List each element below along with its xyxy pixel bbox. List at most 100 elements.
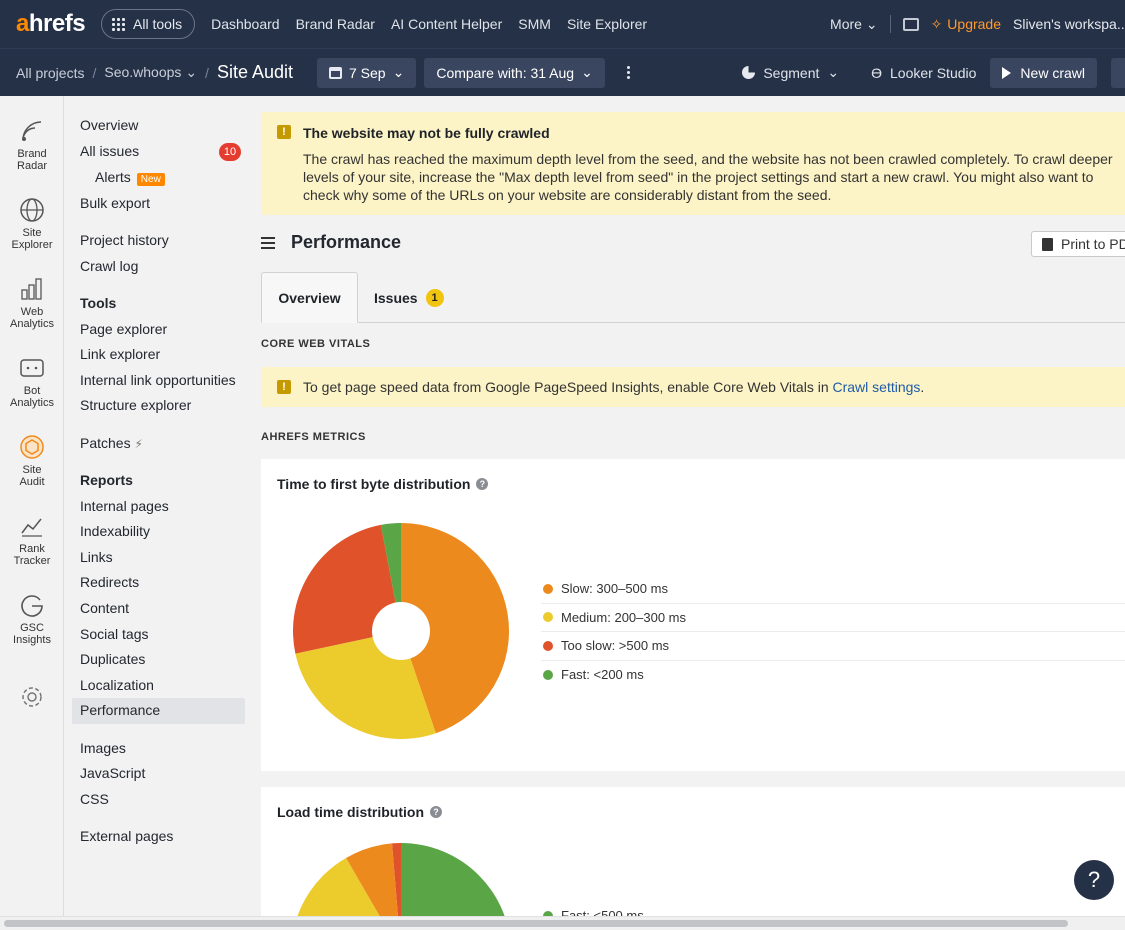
legend-row[interactable]: Fast: <200 ms2	[541, 661, 1125, 690]
workspace-menu[interactable]: Sliven's workspa...	[1013, 16, 1125, 32]
nav-dashboard[interactable]: Dashboard	[211, 16, 280, 32]
warning-body: The crawl has reached the maximum depth …	[303, 151, 1113, 203]
main-content: ! The website may not be fully crawled T…	[248, 96, 1125, 916]
print-to-pdf-button[interactable]: Print to PDF	[1031, 231, 1125, 257]
menu-social-tags[interactable]: Social tags	[80, 626, 148, 642]
legend-label: Fast: <500 ms	[561, 908, 644, 916]
menu-link-explorer[interactable]: Link explorer	[80, 346, 160, 362]
menu-bulk-export[interactable]: Bulk export	[80, 195, 150, 211]
nav-ai-content-helper[interactable]: AI Content Helper	[391, 16, 502, 32]
menu-patches[interactable]: Patches ⚡︎	[80, 435, 143, 451]
legend-label: Slow: 300–500 ms	[561, 581, 668, 597]
crumb-all-projects[interactable]: All projects	[16, 65, 84, 81]
menu-duplicates[interactable]: Duplicates	[80, 651, 145, 667]
help-button[interactable]: ?	[1074, 860, 1114, 900]
new-tag: New	[136, 173, 165, 186]
rail-site-explorer[interactable]: Site Explorer	[0, 197, 64, 251]
looker-icon: ϴ	[871, 64, 883, 81]
top-navigation: ahrefs All tools Dashboard Brand Radar A…	[0, 0, 1125, 48]
scrollbar-thumb[interactable]	[4, 920, 1068, 927]
tab-issues[interactable]: Issues 1	[374, 272, 444, 323]
monitor-icon[interactable]	[902, 17, 919, 31]
issues-count-badge: 10	[219, 143, 241, 161]
compare-picker[interactable]: Compare with: 31 Aug ⌄	[424, 57, 605, 88]
upgrade-button[interactable]: ✧ Upgrade	[931, 16, 1001, 33]
legend-row[interactable]: Too slow: >500 ms17	[541, 632, 1125, 661]
legend-label: Fast: <200 ms	[561, 667, 644, 683]
menu-javascript[interactable]: JavaScript	[80, 765, 145, 781]
menu-links[interactable]: Links	[80, 549, 113, 565]
legend-label: Too slow: >500 ms	[561, 638, 670, 654]
new-crawl-button[interactable]: New crawl	[990, 57, 1097, 88]
nav-site-explorer[interactable]: Site Explorer	[567, 16, 647, 32]
more-menu[interactable]: More ⌄	[830, 16, 878, 33]
menu-project-history[interactable]: Project history	[80, 232, 169, 248]
menu-external-pages[interactable]: External pages	[80, 828, 173, 844]
ttfb-title: Time to first byte distribution	[277, 476, 471, 492]
page-title: Performance	[291, 232, 402, 252]
rank-tracker-icon	[21, 518, 42, 537]
menu-toggle-icon[interactable]	[261, 236, 275, 249]
tabs: Overview Issues 1	[261, 272, 1125, 323]
help-icon[interactable]: ?	[430, 806, 442, 818]
web-analytics-icon	[21, 278, 42, 300]
help-icon[interactable]: ?	[476, 478, 489, 490]
site-audit-menu: Overview All issues 10 Alerts New Bulk ex…	[64, 96, 248, 916]
looker-studio-button[interactable]: ϴ Looker Studio	[871, 65, 976, 81]
rail-site-audit[interactable]: Site Audit	[0, 434, 64, 488]
crawl-warning-banner: ! The website may not be fully crawled T…	[261, 112, 1125, 215]
menu-images[interactable]: Images	[80, 740, 126, 756]
lightning-icon: ⚡︎	[134, 437, 143, 451]
menu-overview[interactable]: Overview	[80, 117, 138, 133]
rail-bot-analytics[interactable]: Bot Analytics	[0, 355, 64, 409]
rail-rank-tracker[interactable]: Rank Tracker	[0, 513, 64, 567]
nav-brand-radar[interactable]: Brand Radar	[296, 16, 375, 32]
play-icon	[1002, 66, 1012, 79]
crumb-site-audit: Site Audit	[216, 62, 293, 82]
legend-row[interactable]: Fast: <500 ms	[541, 908, 644, 916]
menu-content[interactable]: Content	[80, 600, 129, 616]
chevron-down-icon: ⌄	[185, 64, 198, 80]
nav-smm[interactable]: SMM	[518, 16, 551, 32]
crawl-settings-link[interactable]: Crawl settings	[833, 379, 921, 395]
ahrefs-logo[interactable]: ahrefs	[16, 10, 86, 38]
menu-structure-explorer[interactable]: Structure explorer	[80, 397, 191, 413]
tab-overview[interactable]: Overview	[261, 272, 358, 323]
rail-settings[interactable]	[0, 684, 64, 714]
rail-brand-radar[interactable]: Brand Radar	[0, 118, 64, 172]
menu-redirects[interactable]: Redirects	[80, 574, 139, 590]
menu-performance[interactable]: Performance	[80, 702, 160, 718]
menu-crawl-log[interactable]: Crawl log	[80, 258, 138, 274]
chevron-down-icon: ⌄	[865, 15, 878, 32]
legend-row[interactable]: Slow: 300–500 ms30	[541, 575, 1125, 604]
core-web-vitals-label: CORE WEB VITALS	[261, 338, 371, 350]
ttfb-legend: Slow: 300–500 ms30 Medium: 200–300 ms18 …	[541, 575, 1125, 689]
menu-indexability[interactable]: Indexability	[80, 523, 150, 539]
legend-row[interactable]: Medium: 200–300 ms18	[541, 604, 1125, 632]
all-tools-button[interactable]: All tools	[101, 9, 196, 39]
menu-page-explorer[interactable]: Page explorer	[80, 321, 167, 337]
overflow-button[interactable]	[1111, 57, 1125, 88]
horizontal-scrollbar[interactable]	[0, 916, 1125, 930]
legend-label: Medium: 200–300 ms	[561, 609, 687, 625]
segment-dropdown[interactable]: Segment ⌄	[742, 64, 839, 81]
chevron-down-icon: ⌄	[392, 64, 405, 80]
brand-radar-icon	[22, 121, 42, 141]
date-picker[interactable]: 7 Sep ⌄	[317, 57, 417, 88]
menu-localization[interactable]: Localization	[80, 677, 154, 693]
crumb-project[interactable]: Seo.whoops ⌄	[104, 64, 197, 81]
menu-internal-pages[interactable]: Internal pages	[80, 498, 169, 514]
chevron-down-icon: ⌄	[827, 64, 840, 80]
menu-alerts[interactable]: Alerts New	[95, 169, 165, 186]
sparkle-icon: ✧	[930, 15, 943, 32]
rail-web-analytics[interactable]: Web Analytics	[0, 276, 64, 330]
menu-css[interactable]: CSS	[80, 791, 109, 807]
bot-icon	[20, 359, 44, 377]
menu-all-issues[interactable]: All issues	[80, 143, 139, 159]
menu-internal-link-opportunities[interactable]: Internal link opportunities	[80, 372, 236, 388]
ahrefs-metrics-label: AHREFS METRICS	[261, 431, 366, 443]
kebab-menu-icon[interactable]	[626, 66, 630, 79]
legend-dot	[543, 583, 553, 594]
rail-gsc-insights[interactable]: GSC Insights	[0, 592, 64, 646]
pie-hole	[372, 602, 430, 660]
